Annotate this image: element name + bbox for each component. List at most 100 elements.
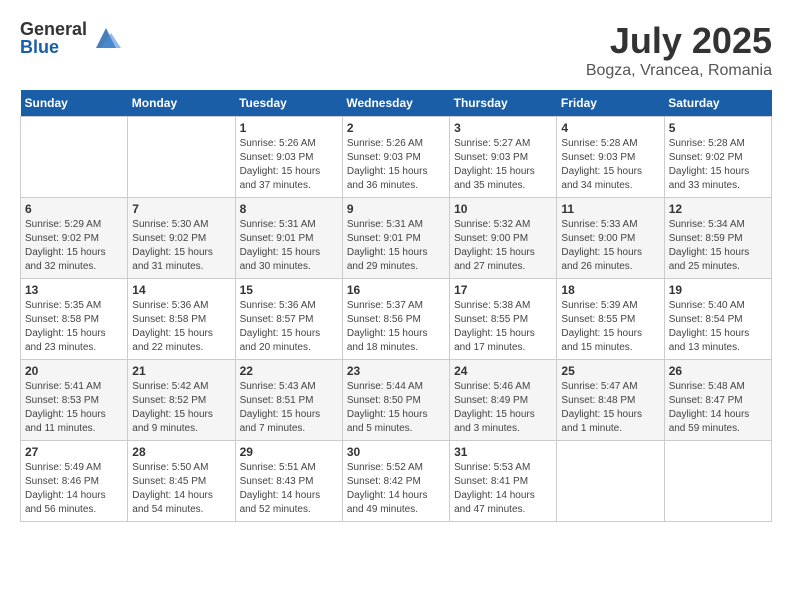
calendar-cell: 24Sunrise: 5:46 AM Sunset: 8:49 PM Dayli… — [450, 360, 557, 441]
day-info: Sunrise: 5:30 AM Sunset: 9:02 PM Dayligh… — [132, 218, 230, 274]
day-number: 1 — [240, 121, 338, 135]
day-number: 25 — [561, 364, 659, 378]
calendar-table: SundayMondayTuesdayWednesdayThursdayFrid… — [20, 90, 772, 522]
day-number: 16 — [347, 283, 445, 297]
calendar-cell: 10Sunrise: 5:32 AM Sunset: 9:00 PM Dayli… — [450, 198, 557, 279]
day-info: Sunrise: 5:35 AM Sunset: 8:58 PM Dayligh… — [25, 299, 123, 355]
weekday-header-thursday: Thursday — [450, 90, 557, 117]
calendar-cell: 20 Sunrise: 5:41 AM Sunset: 8:53 PM Dayli… — [21, 360, 128, 441]
day-number: 13 — [25, 283, 123, 297]
day-number: 6 — [25, 202, 123, 216]
weekday-header-wednesday: Wednesday — [342, 90, 449, 117]
calendar-week-4: 20 Sunrise: 5:41 AM Sunset: 8:53 PM Dayli… — [21, 360, 772, 441]
day-number: 18 — [561, 283, 659, 297]
day-number: 28 — [132, 445, 230, 459]
calendar-cell: 13 Sunrise: 5:35 AM Sunset: 8:58 PM Dayli… — [21, 279, 128, 360]
logo-icon — [91, 23, 121, 53]
day-info: Sunrise: 5:37 AM Sunset: 8:56 PM Dayligh… — [347, 299, 445, 355]
day-info: Sunrise: 5:34 AM Sunset: 8:59 PM Dayligh… — [669, 218, 767, 274]
calendar-cell: 30 Sunrise: 5:52 AM Sunset: 8:42 PM Dayli… — [342, 441, 449, 522]
logo-blue-text: Blue — [20, 38, 87, 56]
calendar-cell: 26 Sunrise: 5:48 AM Sunset: 8:47 PM Dayli… — [664, 360, 771, 441]
day-number: 3 — [454, 121, 552, 135]
calendar-week-3: 13 Sunrise: 5:35 AM Sunset: 8:58 PM Dayli… — [21, 279, 772, 360]
day-info: Sunrise: 5:36 AM Sunset: 8:58 PM Dayligh… — [132, 299, 230, 355]
day-info: Sunrise: 5:38 AM Sunset: 8:55 PM Dayligh… — [454, 299, 552, 355]
calendar-week-1: 1 Sunrise: 5:26 AM Sunset: 9:03 PM Daylig… — [21, 117, 772, 198]
day-info: Sunrise: 5:41 AM Sunset: 8:53 PM Dayligh… — [25, 380, 123, 436]
calendar-cell: 3Sunrise: 5:27 AM Sunset: 9:03 PM Daylig… — [450, 117, 557, 198]
logo: General Blue — [20, 20, 121, 56]
day-number: 19 — [669, 283, 767, 297]
calendar-cell: 12Sunrise: 5:34 AM Sunset: 8:59 PM Dayli… — [664, 198, 771, 279]
calendar-cell: 7 Sunrise: 5:30 AM Sunset: 9:02 PM Daylig… — [128, 198, 235, 279]
day-info: Sunrise: 5:42 AM Sunset: 8:52 PM Dayligh… — [132, 380, 230, 436]
month-year: July 2025 — [586, 20, 772, 62]
day-info: Sunrise: 5:29 AM Sunset: 9:02 PM Dayligh… — [25, 218, 123, 274]
day-number: 29 — [240, 445, 338, 459]
calendar-week-2: 6 Sunrise: 5:29 AM Sunset: 9:02 PM Daylig… — [21, 198, 772, 279]
calendar-cell: 1 Sunrise: 5:26 AM Sunset: 9:03 PM Daylig… — [235, 117, 342, 198]
day-info: Sunrise: 5:50 AM Sunset: 8:45 PM Dayligh… — [132, 461, 230, 517]
day-info: Sunrise: 5:31 AM Sunset: 9:01 PM Dayligh… — [240, 218, 338, 274]
weekday-header-sunday: Sunday — [21, 90, 128, 117]
day-info: Sunrise: 5:26 AM Sunset: 9:03 PM Dayligh… — [240, 137, 338, 193]
day-number: 17 — [454, 283, 552, 297]
day-info: Sunrise: 5:31 AM Sunset: 9:01 PM Dayligh… — [347, 218, 445, 274]
weekday-header-row: SundayMondayTuesdayWednesdayThursdayFrid… — [21, 90, 772, 117]
day-info: Sunrise: 5:48 AM Sunset: 8:47 PM Dayligh… — [669, 380, 767, 436]
day-number: 4 — [561, 121, 659, 135]
day-info: Sunrise: 5:44 AM Sunset: 8:50 PM Dayligh… — [347, 380, 445, 436]
calendar-cell: 31Sunrise: 5:53 AM Sunset: 8:41 PM Dayli… — [450, 441, 557, 522]
day-number: 22 — [240, 364, 338, 378]
calendar-cell: 8Sunrise: 5:31 AM Sunset: 9:01 PM Daylig… — [235, 198, 342, 279]
day-number: 20 — [25, 364, 123, 378]
calendar-cell: 5Sunrise: 5:28 AM Sunset: 9:02 PM Daylig… — [664, 117, 771, 198]
calendar-cell: 17 Sunrise: 5:38 AM Sunset: 8:55 PM Dayli… — [450, 279, 557, 360]
calendar-cell: 4 Sunrise: 5:28 AM Sunset: 9:03 PM Daylig… — [557, 117, 664, 198]
weekday-header-saturday: Saturday — [664, 90, 771, 117]
calendar-cell: 14Sunrise: 5:36 AM Sunset: 8:58 PM Dayli… — [128, 279, 235, 360]
calendar-cell: 19 Sunrise: 5:40 AM Sunset: 8:54 PM Dayli… — [664, 279, 771, 360]
calendar-cell: 22Sunrise: 5:43 AM Sunset: 8:51 PM Dayli… — [235, 360, 342, 441]
day-info: Sunrise: 5:52 AM Sunset: 8:42 PM Dayligh… — [347, 461, 445, 517]
calendar-cell: 18 Sunrise: 5:39 AM Sunset: 8:55 PM Dayli… — [557, 279, 664, 360]
day-number: 27 — [25, 445, 123, 459]
day-info: Sunrise: 5:33 AM Sunset: 9:00 PM Dayligh… — [561, 218, 659, 274]
day-info: Sunrise: 5:49 AM Sunset: 8:46 PM Dayligh… — [25, 461, 123, 517]
calendar-cell: 2Sunrise: 5:26 AM Sunset: 9:03 PM Daylig… — [342, 117, 449, 198]
day-number: 24 — [454, 364, 552, 378]
day-info: Sunrise: 5:32 AM Sunset: 9:00 PM Dayligh… — [454, 218, 552, 274]
calendar-cell — [557, 441, 664, 522]
calendar-cell: 29 Sunrise: 5:51 AM Sunset: 8:43 PM Dayli… — [235, 441, 342, 522]
calendar-cell — [21, 117, 128, 198]
page-header: General Blue July 2025 Bogza, Vrancea, R… — [20, 20, 772, 80]
day-number: 9 — [347, 202, 445, 216]
day-info: Sunrise: 5:28 AM Sunset: 9:02 PM Dayligh… — [669, 137, 767, 193]
day-number: 21 — [132, 364, 230, 378]
day-info: Sunrise: 5:51 AM Sunset: 8:43 PM Dayligh… — [240, 461, 338, 517]
day-info: Sunrise: 5:36 AM Sunset: 8:57 PM Dayligh… — [240, 299, 338, 355]
calendar-cell — [664, 441, 771, 522]
calendar-cell — [128, 117, 235, 198]
day-number: 30 — [347, 445, 445, 459]
weekday-header-tuesday: Tuesday — [235, 90, 342, 117]
weekday-header-monday: Monday — [128, 90, 235, 117]
calendar-week-5: 27 Sunrise: 5:49 AM Sunset: 8:46 PM Dayli… — [21, 441, 772, 522]
day-info: Sunrise: 5:53 AM Sunset: 8:41 PM Dayligh… — [454, 461, 552, 517]
calendar-cell: 6 Sunrise: 5:29 AM Sunset: 9:02 PM Daylig… — [21, 198, 128, 279]
day-number: 7 — [132, 202, 230, 216]
day-info: Sunrise: 5:40 AM Sunset: 8:54 PM Dayligh… — [669, 299, 767, 355]
day-info: Sunrise: 5:26 AM Sunset: 9:03 PM Dayligh… — [347, 137, 445, 193]
calendar-cell: 25 Sunrise: 5:47 AM Sunset: 8:48 PM Dayli… — [557, 360, 664, 441]
calendar-cell: 23 Sunrise: 5:44 AM Sunset: 8:50 PM Dayli… — [342, 360, 449, 441]
day-number: 15 — [240, 283, 338, 297]
day-info: Sunrise: 5:47 AM Sunset: 8:48 PM Dayligh… — [561, 380, 659, 436]
day-number: 26 — [669, 364, 767, 378]
day-info: Sunrise: 5:28 AM Sunset: 9:03 PM Dayligh… — [561, 137, 659, 193]
day-info: Sunrise: 5:39 AM Sunset: 8:55 PM Dayligh… — [561, 299, 659, 355]
day-number: 23 — [347, 364, 445, 378]
calendar-cell: 11Sunrise: 5:33 AM Sunset: 9:00 PM Dayli… — [557, 198, 664, 279]
logo-general-text: General — [20, 20, 87, 38]
calendar-cell: 9 Sunrise: 5:31 AM Sunset: 9:01 PM Daylig… — [342, 198, 449, 279]
